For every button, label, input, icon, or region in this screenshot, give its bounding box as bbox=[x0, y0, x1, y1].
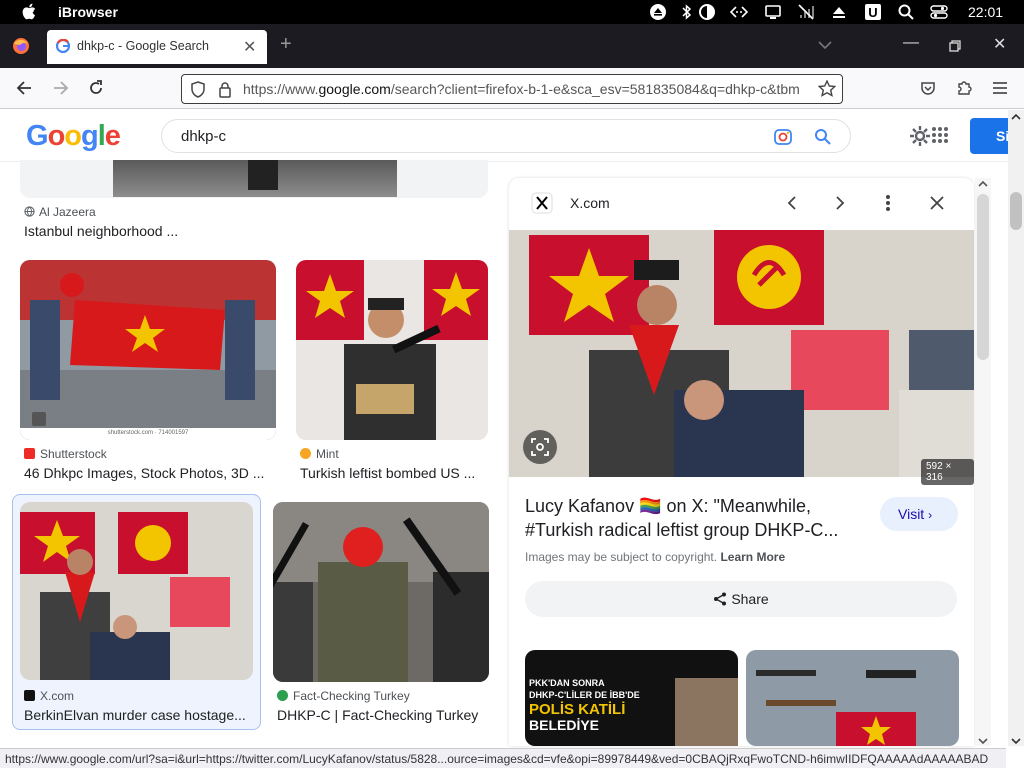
result-image-mint[interactable] bbox=[296, 260, 488, 440]
close-panel-icon[interactable] bbox=[929, 195, 945, 211]
eject-icon[interactable] bbox=[830, 3, 848, 21]
share-button[interactable]: Share bbox=[525, 581, 957, 617]
panel-source-title[interactable]: X.com bbox=[570, 195, 610, 211]
tab-close-icon[interactable]: ✕ bbox=[243, 37, 256, 57]
result-caption-mint[interactable]: Turkish leftist bombed US ... bbox=[300, 465, 475, 481]
shield-icon[interactable] bbox=[190, 81, 206, 98]
copyright-notice: Images may be subject to copyright. Lear… bbox=[525, 550, 786, 564]
minimize-button[interactable]: — bbox=[903, 34, 919, 52]
code-arrows-icon[interactable] bbox=[730, 3, 748, 21]
hostage-scene-graphic bbox=[20, 512, 230, 680]
x-favicon-icon bbox=[24, 690, 35, 701]
page-scrollbar-thumb[interactable] bbox=[1010, 192, 1022, 230]
url-text[interactable]: https://www.google.com/search?client=fir… bbox=[243, 81, 808, 97]
factcheck-favicon-icon bbox=[277, 690, 288, 701]
visit-button[interactable]: Visit › bbox=[880, 497, 958, 531]
pocket-icon[interactable] bbox=[920, 80, 936, 96]
contrast-icon[interactable] bbox=[698, 3, 716, 21]
tab-list-chevron-icon[interactable] bbox=[818, 40, 832, 50]
bluetooth-icon[interactable] bbox=[678, 3, 696, 21]
address-bar[interactable]: https://www.google.com/search?client=fir… bbox=[181, 74, 843, 104]
display-icon[interactable] bbox=[764, 3, 782, 21]
shutterstock-watermark: shutterstock.com · 714001597 bbox=[20, 428, 276, 440]
image-dimensions: 592 × 316 bbox=[921, 459, 974, 485]
result-source-factchecking[interactable]: Fact-Checking Turkey bbox=[277, 689, 410, 703]
page-scroll-up-icon[interactable] bbox=[1011, 113, 1021, 121]
armed-crowd-graphic bbox=[273, 502, 489, 682]
chevron-right-icon: › bbox=[928, 508, 933, 522]
result-image-aljazeera[interactable] bbox=[20, 160, 488, 198]
panel-scrollbar-thumb[interactable] bbox=[977, 194, 989, 360]
extensions-icon[interactable] bbox=[956, 79, 973, 96]
forward-button[interactable] bbox=[52, 80, 70, 96]
svg-text:U: U bbox=[868, 5, 877, 20]
search-submit-icon[interactable] bbox=[814, 128, 832, 146]
search-box[interactable]: dhkp-c bbox=[161, 119, 851, 153]
more-options-icon[interactable] bbox=[885, 194, 891, 212]
apps-grid-icon[interactable] bbox=[931, 126, 949, 144]
result-source-shutterstock[interactable]: Shutterstock bbox=[24, 447, 107, 461]
bookmark-star-icon[interactable] bbox=[818, 80, 836, 98]
u-badge-icon[interactable]: U bbox=[864, 3, 882, 21]
preview-image[interactable] bbox=[509, 230, 974, 477]
share-icon bbox=[714, 592, 727, 606]
result-image-factchecking[interactable] bbox=[273, 502, 489, 682]
result-image-xcom[interactable] bbox=[20, 502, 253, 680]
eject-circle-icon[interactable] bbox=[649, 3, 667, 21]
result-source-xcom[interactable]: X.com bbox=[24, 689, 74, 703]
back-button[interactable] bbox=[15, 80, 33, 96]
panel-scroll-down-icon[interactable] bbox=[978, 737, 988, 745]
os-menu-bar: iBrowser U 22:01 bbox=[0, 0, 1024, 24]
search-icon[interactable] bbox=[897, 3, 915, 21]
image-badge-icon bbox=[32, 412, 46, 426]
network-off-icon[interactable] bbox=[797, 3, 815, 21]
shutterstock-favicon-icon bbox=[24, 448, 35, 459]
globe-icon bbox=[24, 206, 35, 217]
control-center-icon[interactable] bbox=[930, 3, 948, 21]
new-tab-button[interactable]: + bbox=[280, 33, 292, 56]
app-name: iBrowser bbox=[58, 4, 118, 20]
preview-caption[interactable]: Lucy Kafanov 🏳️‍🌈 on X: "Meanwhile, #Tur… bbox=[525, 494, 875, 542]
lens-scan-icon bbox=[531, 438, 549, 456]
mint-favicon-icon bbox=[300, 448, 311, 459]
search-query[interactable]: dhkp-c bbox=[181, 128, 226, 145]
protest-banner-graphic bbox=[20, 260, 276, 440]
google-logo[interactable]: Google bbox=[26, 120, 121, 153]
related-news-headline: PKK'DAN SONRA DHKP-C'LİLER DE İBB'DE POL… bbox=[529, 678, 640, 733]
previous-chevron-icon[interactable] bbox=[786, 195, 798, 211]
lock-icon[interactable] bbox=[218, 81, 232, 98]
panel-scroll-up-icon[interactable] bbox=[978, 180, 988, 188]
tab-title: dhkp-c - Google Search bbox=[77, 39, 210, 53]
result-image-shutterstock[interactable]: shutterstock.com · 714001597 bbox=[20, 260, 276, 440]
gunman-graphic bbox=[296, 260, 488, 440]
image-preview-panel: 592 × 316 PKK'DAN SONRA DHKP-C'LİLER DE … bbox=[509, 178, 974, 746]
clock: 22:01 bbox=[968, 4, 1004, 20]
result-source-aljazeera[interactable]: Al Jazeera bbox=[24, 205, 96, 219]
visual-search-button[interactable] bbox=[523, 430, 557, 464]
page-scroll-down-icon[interactable] bbox=[1011, 737, 1021, 745]
apple-icon[interactable] bbox=[22, 3, 36, 20]
settings-gear-icon[interactable] bbox=[908, 124, 932, 148]
reload-button[interactable] bbox=[88, 80, 104, 96]
restore-button[interactable] bbox=[949, 40, 961, 52]
close-window-button[interactable]: ✕ bbox=[993, 34, 1006, 54]
result-caption-aljazeera[interactable]: Istanbul neighborhood ... bbox=[24, 223, 178, 239]
link-status-bar: https://www.google.com/url?sa=i&url=http… bbox=[0, 748, 1006, 768]
tab-google-search[interactable]: dhkp-c - Google Search ✕ bbox=[47, 30, 267, 64]
next-chevron-icon[interactable] bbox=[834, 195, 846, 211]
sign-in-button[interactable]: Si bbox=[970, 118, 1008, 154]
result-caption-xcom[interactable]: BerkinElvan murder case hostage... bbox=[24, 707, 246, 723]
google-favicon-icon bbox=[56, 39, 70, 53]
lens-camera-icon[interactable] bbox=[773, 128, 793, 146]
learn-more-link[interactable]: Learn More bbox=[720, 550, 785, 564]
related-image-weapons[interactable] bbox=[746, 650, 959, 746]
x-logo-icon[interactable] bbox=[531, 192, 553, 214]
firefox-icon[interactable] bbox=[12, 37, 30, 55]
menu-hamburger-icon[interactable] bbox=[992, 81, 1008, 95]
result-caption-factchecking[interactable]: DHKP-C | Fact-Checking Turkey bbox=[277, 707, 478, 723]
result-caption-shutterstock[interactable]: 46 Dhkpc Images, Stock Photos, 3D ... bbox=[24, 465, 264, 481]
result-source-mint[interactable]: Mint bbox=[300, 447, 339, 461]
